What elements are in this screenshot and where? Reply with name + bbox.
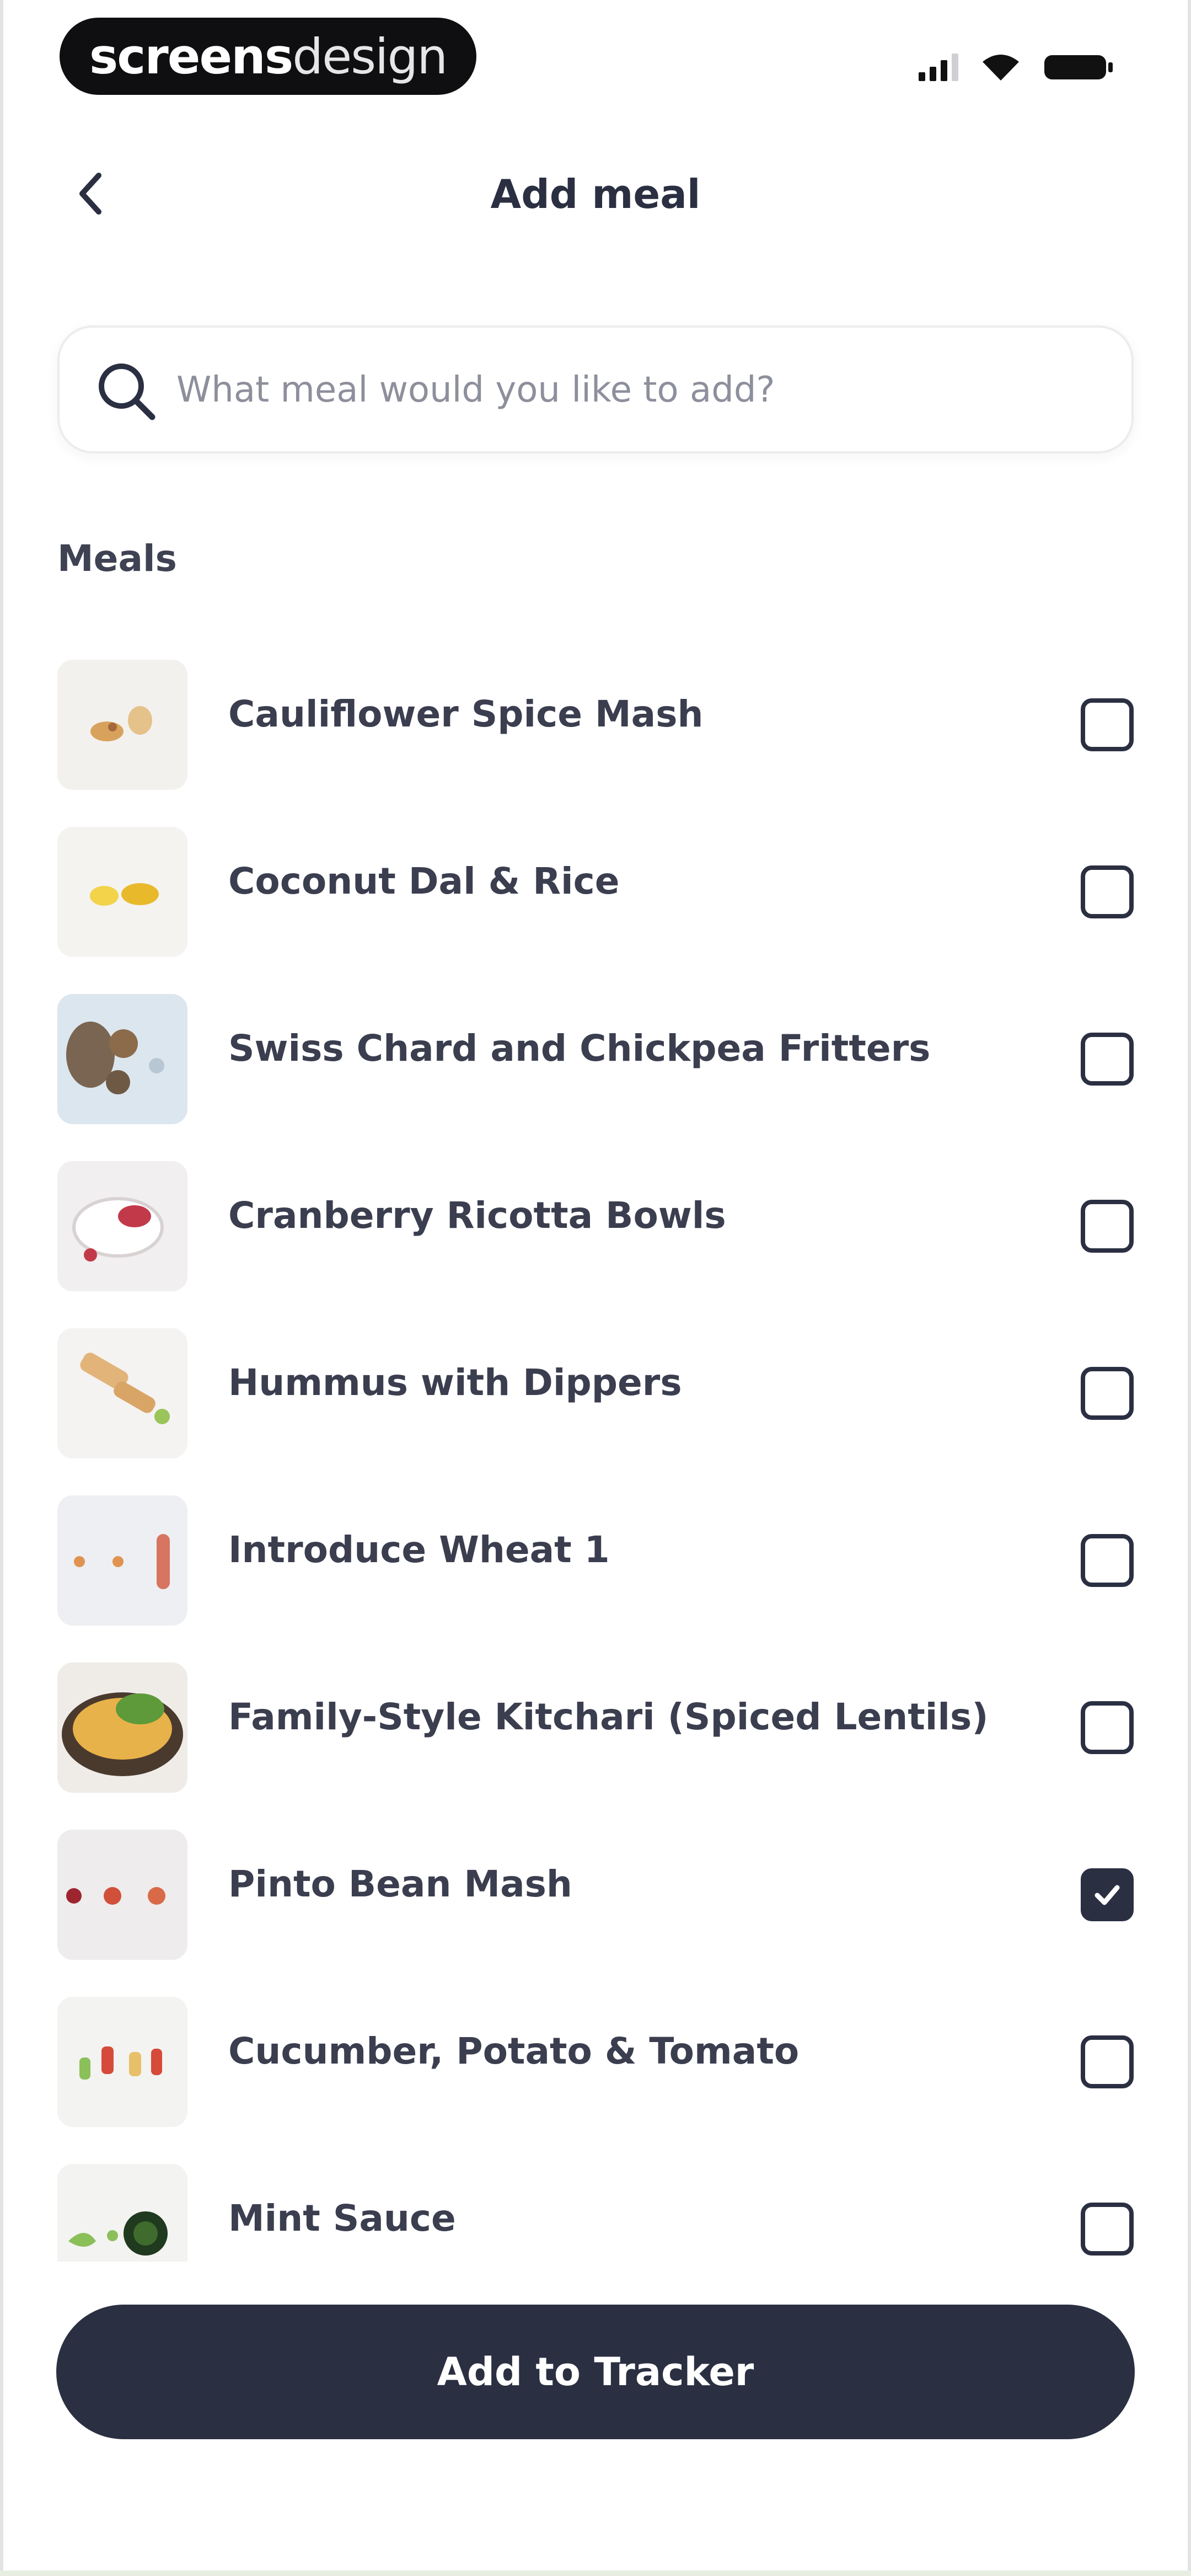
meal-row-hummus-with-dippers[interactable]: Hummus with Dippers <box>0 1322 1191 1489</box>
section-label-meals: Meals <box>57 537 177 580</box>
meal-thumbnail <box>57 1663 187 1793</box>
brand-logo-light: design <box>292 28 448 85</box>
header: Add meal <box>0 143 1191 243</box>
meal-name: Cucumber, Potato & Tomato <box>228 2030 800 2072</box>
page-title: Add meal <box>490 171 701 217</box>
brand-logo: screens design <box>60 18 476 95</box>
meal-checkbox[interactable] <box>1081 1033 1134 1086</box>
meal-thumbnail <box>57 1830 187 1960</box>
meal-thumbnail <box>57 1328 187 1458</box>
battery-icon <box>1044 55 1113 79</box>
status-bar: screens design <box>0 0 1191 116</box>
meal-checkbox[interactable] <box>1081 865 1134 918</box>
search-input[interactable] <box>175 328 1104 452</box>
meal-thumbnail <box>57 660 187 790</box>
brand-logo-bold: screens <box>89 28 293 85</box>
meal-thumbnail <box>57 1495 187 1626</box>
meal-name: Coconut Dal & Rice <box>228 860 620 902</box>
checkmark-icon <box>1095 1885 1120 1905</box>
meal-name: Pinto Bean Mash <box>228 1863 572 1905</box>
meal-row-swiss-chard-chickpea-fritters[interactable]: Swiss Chard and Chickpea Fritters <box>0 987 1191 1155</box>
meal-list[interactable]: Cauliflower Spice Mash Coconut Dal & Ric… <box>0 653 1191 2262</box>
meal-name: Cauliflower Spice Mash <box>228 693 704 735</box>
meal-row-mint-sauce[interactable]: Mint Sauce <box>0 2157 1191 2262</box>
meal-row-cauliflower-spice-mash[interactable]: Cauliflower Spice Mash <box>0 653 1191 820</box>
meal-row-family-style-kitchari[interactable]: Family-Style Kitchari (Spiced Lentils) <box>0 1656 1191 1823</box>
meal-checkbox[interactable] <box>1081 1701 1134 1754</box>
meal-name: Cranberry Ricotta Bowls <box>228 1194 726 1237</box>
meal-checkbox[interactable] <box>1081 698 1134 751</box>
meal-name: Family-Style Kitchari (Spiced Lentils) <box>228 1696 989 1738</box>
meal-thumbnail <box>57 994 187 1124</box>
meal-checkbox[interactable] <box>1081 1367 1134 1420</box>
bottom-strip <box>0 2570 1191 2576</box>
meal-thumbnail <box>57 1997 187 2127</box>
meal-row-cranberry-ricotta-bowls[interactable]: Cranberry Ricotta Bowls <box>0 1155 1191 1322</box>
signal-icon <box>919 54 958 81</box>
search-icon <box>99 364 155 420</box>
meal-row-pinto-bean-mash[interactable]: Pinto Bean Mash <box>0 1823 1191 1990</box>
meal-name: Hummus with Dippers <box>228 1361 682 1404</box>
meal-row-introduce-wheat-1[interactable]: Introduce Wheat 1 <box>0 1489 1191 1656</box>
meal-thumbnail <box>57 2164 187 2262</box>
wifi-icon <box>983 55 1019 81</box>
meal-checkbox[interactable] <box>1081 1868 1134 1921</box>
meal-name: Mint Sauce <box>228 2197 456 2240</box>
meal-checkbox[interactable] <box>1081 1200 1134 1253</box>
status-icons <box>919 53 1114 82</box>
meal-checkbox[interactable] <box>1081 2203 1134 2256</box>
meal-row-coconut-dal-rice[interactable]: Coconut Dal & Rice <box>0 820 1191 987</box>
meal-checkbox[interactable] <box>1081 1534 1134 1587</box>
meal-name: Introduce Wheat 1 <box>228 1529 610 1571</box>
meal-row-cucumber-potato-tomato[interactable]: Cucumber, Potato & Tomato <box>0 1990 1191 2157</box>
meal-checkbox[interactable] <box>1081 2035 1134 2088</box>
meal-thumbnail <box>57 1161 187 1291</box>
meal-thumbnail <box>57 827 187 957</box>
meal-name: Swiss Chard and Chickpea Fritters <box>228 1027 931 1070</box>
search-box[interactable] <box>57 325 1134 453</box>
add-to-tracker-button[interactable]: Add to Tracker <box>56 2305 1135 2439</box>
